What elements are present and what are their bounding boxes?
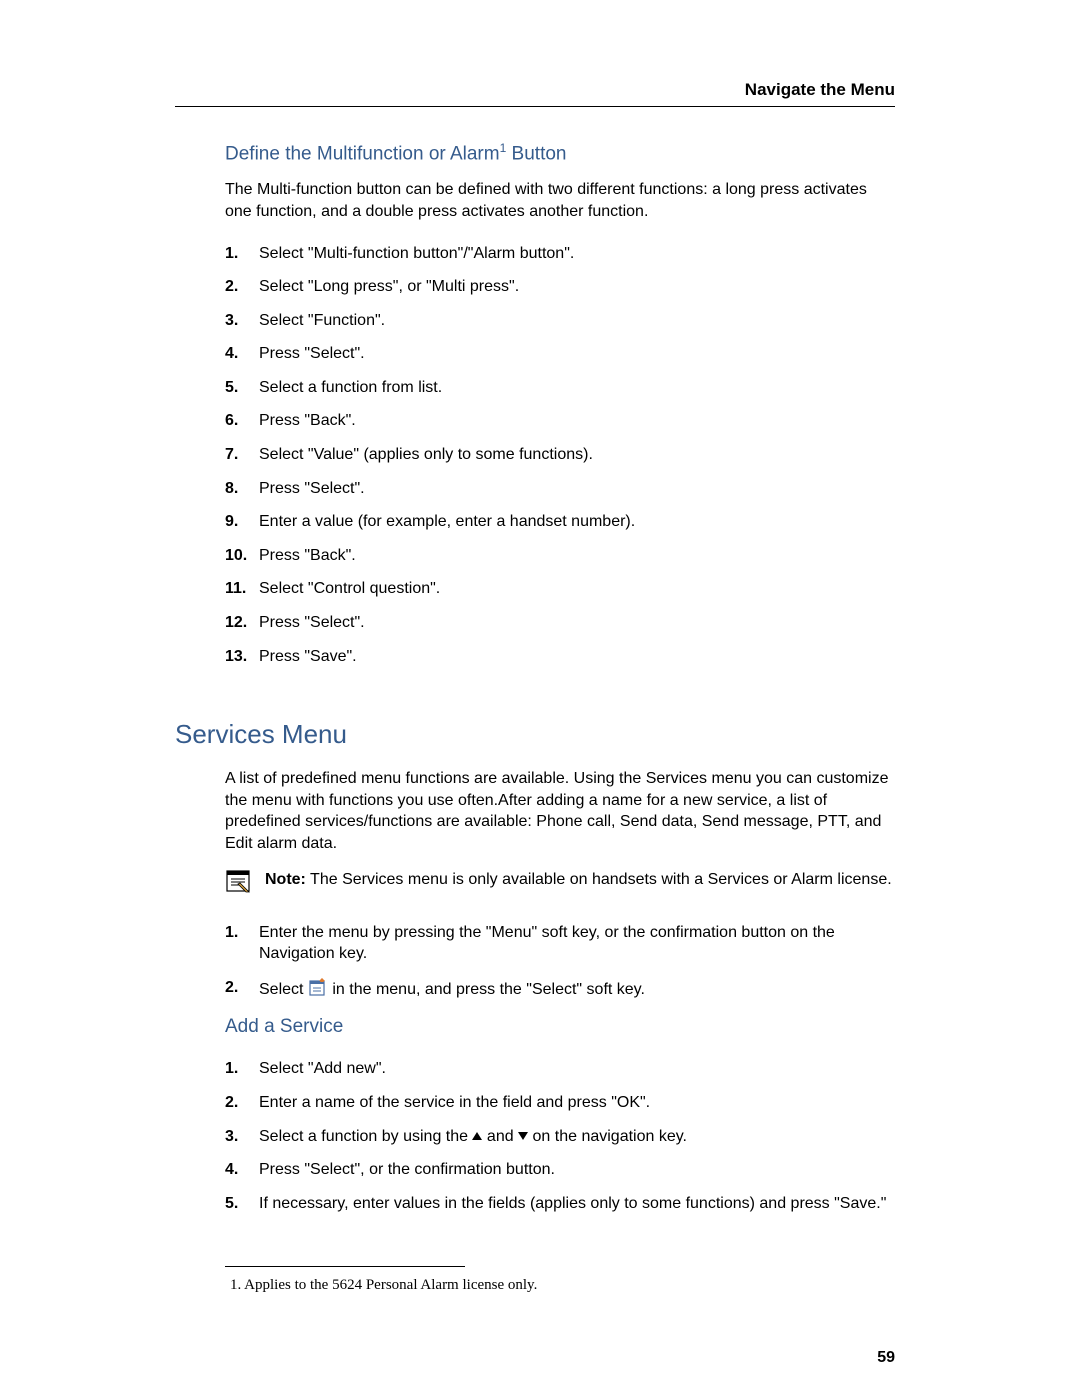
note-label: Note: [265, 871, 306, 888]
footnote-rule [225, 1266, 465, 1267]
note-text: Note: The Services menu is only availabl… [265, 869, 892, 891]
step-item: Select "Long press", or "Multi press". [225, 270, 895, 304]
ordered-steps: Select "Multi-function button"/"Alarm bu… [225, 237, 895, 674]
step-item: Press "Select". [225, 606, 895, 640]
section-heading: Define the Multifunction or Alarm1 Butto… [225, 141, 895, 165]
section-heading: Services Menu [175, 719, 895, 750]
heading-pre: Define the Multifunction or Alarm [225, 143, 500, 164]
page-number: 59 [877, 1349, 895, 1367]
step-item: Press "Back". [225, 539, 895, 573]
step-item: Press "Back". [225, 404, 895, 438]
step-item: If necessary, enter values in the fields… [225, 1187, 895, 1221]
step-item: Select "Value" (applies only to some fun… [225, 438, 895, 472]
section-add-service: Add a Service Select "Add new".Enter a n… [225, 1016, 895, 1220]
step-item: Select "Add new". [225, 1052, 895, 1086]
step-item: Press "Save". [225, 640, 895, 674]
section-services: Services Menu [175, 719, 895, 750]
ordered-steps: Enter the menu by pressing the "Menu" so… [225, 916, 895, 1007]
section-services-body: A list of predefined menu functions are … [225, 768, 895, 1006]
step-item: Press "Select". [225, 337, 895, 371]
step-item: Enter a value (for example, enter a hand… [225, 505, 895, 539]
ordered-steps: Select "Add new".Enter a name of the ser… [225, 1052, 895, 1220]
step-item: Select "Control question". [225, 572, 895, 606]
section-intro: The Multi-function button can be defined… [225, 179, 895, 222]
section-multifunction: Define the Multifunction or Alarm1 Butto… [225, 141, 895, 673]
down-arrow-icon [518, 1132, 528, 1140]
document-page: Navigate the Menu Define the Multifuncti… [0, 0, 1080, 1397]
page-header: Navigate the Menu [175, 80, 895, 107]
note-body: The Services menu is only available on h… [306, 871, 892, 888]
section-heading: Add a Service [225, 1016, 895, 1038]
services-menu-icon [308, 977, 328, 997]
step-item: Press "Select". [225, 472, 895, 506]
up-arrow-icon [472, 1132, 482, 1140]
heading-post: Button [506, 143, 566, 164]
step-text: in the menu, and press the "Select" soft… [328, 981, 645, 998]
step-item: Press "Select", or the confirmation butt… [225, 1153, 895, 1187]
step-item: Select a function from list. [225, 371, 895, 405]
step-item: Enter the menu by pressing the "Menu" so… [225, 916, 895, 971]
step-text: Select a function by using the [259, 1128, 472, 1145]
note-icon [225, 869, 251, 898]
step-text: and [482, 1128, 518, 1145]
step-text: on the navigation key. [528, 1128, 687, 1145]
header-title: Navigate the Menu [745, 80, 895, 100]
step-item: Select "Function". [225, 304, 895, 338]
step-item: Select in the menu, and press the "Selec… [225, 971, 895, 1007]
note-block: Note: The Services menu is only availabl… [225, 869, 895, 898]
footnote-text: 1. Applies to the 5624 Personal Alarm li… [230, 1277, 895, 1294]
step-item: Enter a name of the service in the field… [225, 1086, 895, 1120]
step-text: Select [259, 981, 308, 998]
section-intro: A list of predefined menu functions are … [225, 768, 895, 854]
step-item: Select "Multi-function button"/"Alarm bu… [225, 237, 895, 271]
step-item: Select a function by using the and on th… [225, 1120, 895, 1154]
